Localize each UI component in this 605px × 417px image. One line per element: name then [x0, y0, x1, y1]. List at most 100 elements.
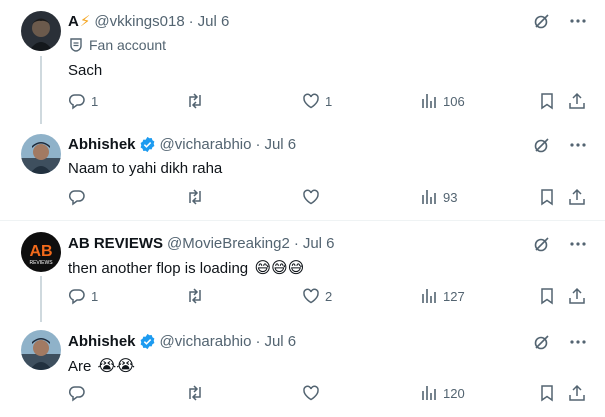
bookmark-button[interactable]	[538, 92, 556, 110]
bookmark-icon	[541, 385, 553, 402]
author-handle[interactable]: @vicharabhio	[160, 136, 252, 153]
views-count: 106	[443, 93, 465, 109]
author-name[interactable]: Abhishek	[68, 136, 136, 153]
share-icon	[569, 92, 585, 109]
views-button[interactable]: 127	[420, 287, 465, 305]
share-button[interactable]	[568, 188, 586, 206]
tweet-text: Are 😭😭	[68, 356, 135, 376]
avatar[interactable]: AB REVIEWS	[21, 232, 61, 272]
tweet-actions: 1 1 106	[68, 92, 588, 116]
tweet-text: Sach	[68, 62, 103, 79]
share-button[interactable]	[568, 384, 586, 402]
reply-icon	[68, 94, 85, 110]
reply-count: 1	[91, 288, 99, 304]
tweet-3[interactable]: AB REVIEWS AB REVIEWS @MovieBreaking2 · J…	[0, 221, 605, 322]
tweet-top-icons	[533, 136, 587, 154]
author-handle[interactable]: @vkkings018	[94, 13, 184, 30]
bookmark-button[interactable]	[538, 188, 556, 206]
tweet-2[interactable]: Abhishek @vicharabhio · Jul 6 Naam to ya…	[0, 123, 605, 220]
avatar[interactable]	[21, 330, 61, 370]
reply-icon	[68, 289, 85, 305]
share-button[interactable]	[568, 287, 586, 305]
views-icon	[422, 386, 436, 400]
tweet-date[interactable]: Jul 6	[264, 136, 296, 153]
grok-icon[interactable]	[533, 333, 551, 351]
share-icon	[569, 384, 585, 401]
author-name[interactable]: A	[68, 13, 79, 30]
retweet-button[interactable]	[186, 287, 209, 305]
tweet-actions: 120	[68, 384, 588, 408]
avatar-logo-subtext: REVIEWS	[29, 260, 53, 266]
bookmark-button[interactable]	[538, 287, 556, 305]
tweet-header: Abhishek @vicharabhio · Jul 6	[68, 333, 296, 350]
retweet-icon	[189, 385, 201, 401]
tweet-4[interactable]: Abhishek @vicharabhio · Jul 6 Are 😭😭 120	[0, 321, 605, 417]
tweet-header: Abhishek @vicharabhio · Jul 6	[68, 136, 296, 153]
share-icon	[569, 188, 585, 205]
like-icon	[303, 385, 319, 401]
more-icon[interactable]	[569, 12, 587, 30]
separator-dot: ·	[255, 136, 261, 153]
author-handle[interactable]: @MovieBreaking2	[167, 235, 290, 252]
thread-line	[40, 56, 42, 124]
reply-count: 1	[91, 93, 99, 109]
tweet-emojis: 😅😅😅	[254, 260, 305, 277]
retweet-button[interactable]	[186, 384, 209, 402]
more-icon[interactable]	[569, 235, 587, 253]
like-icon	[303, 288, 319, 304]
share-icon	[569, 287, 585, 304]
views-icon	[422, 94, 436, 108]
retweet-button[interactable]	[186, 92, 209, 110]
retweet-icon	[189, 189, 201, 205]
tweet-date[interactable]: Jul 6	[303, 235, 335, 252]
reply-button[interactable]	[68, 188, 91, 206]
tweet-text-body: Are	[68, 358, 92, 375]
tweet-1[interactable]: A ⚡ @vkkings018 · Jul 6 Fan account Sach…	[0, 0, 605, 124]
like-button[interactable]: 2	[302, 287, 332, 305]
separator-dot: ·	[188, 12, 194, 30]
grok-icon[interactable]	[533, 235, 551, 253]
like-button[interactable]	[302, 384, 325, 402]
views-button[interactable]: 106	[420, 92, 465, 110]
author-handle[interactable]: @vicharabhio	[160, 333, 252, 350]
bookmark-icon	[541, 189, 553, 206]
tweet-date[interactable]: Jul 6	[198, 13, 230, 30]
reply-button[interactable]	[68, 384, 91, 402]
tweet-top-icons	[533, 333, 587, 351]
tweet-header: A ⚡ @vkkings018 · Jul 6	[68, 12, 230, 31]
bookmark-button[interactable]	[538, 384, 556, 402]
retweet-icon	[189, 93, 201, 109]
reply-button[interactable]: 1	[68, 287, 98, 305]
share-button[interactable]	[568, 92, 586, 110]
tweet-actions: 93	[68, 188, 588, 212]
author-name[interactable]: Abhishek	[68, 333, 136, 350]
author-name[interactable]: AB REVIEWS	[68, 235, 163, 252]
bookmark-icon	[541, 288, 553, 305]
avatar[interactable]	[21, 11, 61, 51]
more-icon[interactable]	[569, 136, 587, 154]
tweet-date[interactable]: Jul 6	[264, 333, 296, 350]
grok-icon[interactable]	[533, 12, 551, 30]
views-count: 93	[443, 189, 458, 205]
views-count: 120	[443, 385, 465, 401]
retweet-icon	[189, 288, 201, 304]
views-button[interactable]: 93	[420, 188, 457, 206]
lightning-icon: ⚡	[79, 13, 91, 30]
verified-icon	[140, 136, 154, 153]
more-icon[interactable]	[569, 333, 587, 351]
views-button[interactable]: 120	[420, 384, 465, 402]
reply-icon	[68, 386, 85, 402]
separator-dot: ·	[293, 235, 299, 252]
views-icon	[422, 289, 436, 303]
like-button[interactable]	[302, 188, 325, 206]
fan-account-text: Fan account	[89, 37, 167, 53]
reply-button[interactable]: 1	[68, 92, 98, 110]
like-count: 1	[325, 93, 333, 109]
tweet-feed: A ⚡ @vkkings018 · Jul 6 Fan account Sach…	[0, 0, 605, 417]
fan-account-label: Fan account	[68, 37, 166, 53]
like-button[interactable]: 1	[302, 92, 332, 110]
grok-icon[interactable]	[533, 136, 551, 154]
tweet-text: Naam to yahi dikh raha	[68, 160, 223, 177]
avatar[interactable]	[21, 134, 61, 174]
retweet-button[interactable]	[186, 188, 209, 206]
